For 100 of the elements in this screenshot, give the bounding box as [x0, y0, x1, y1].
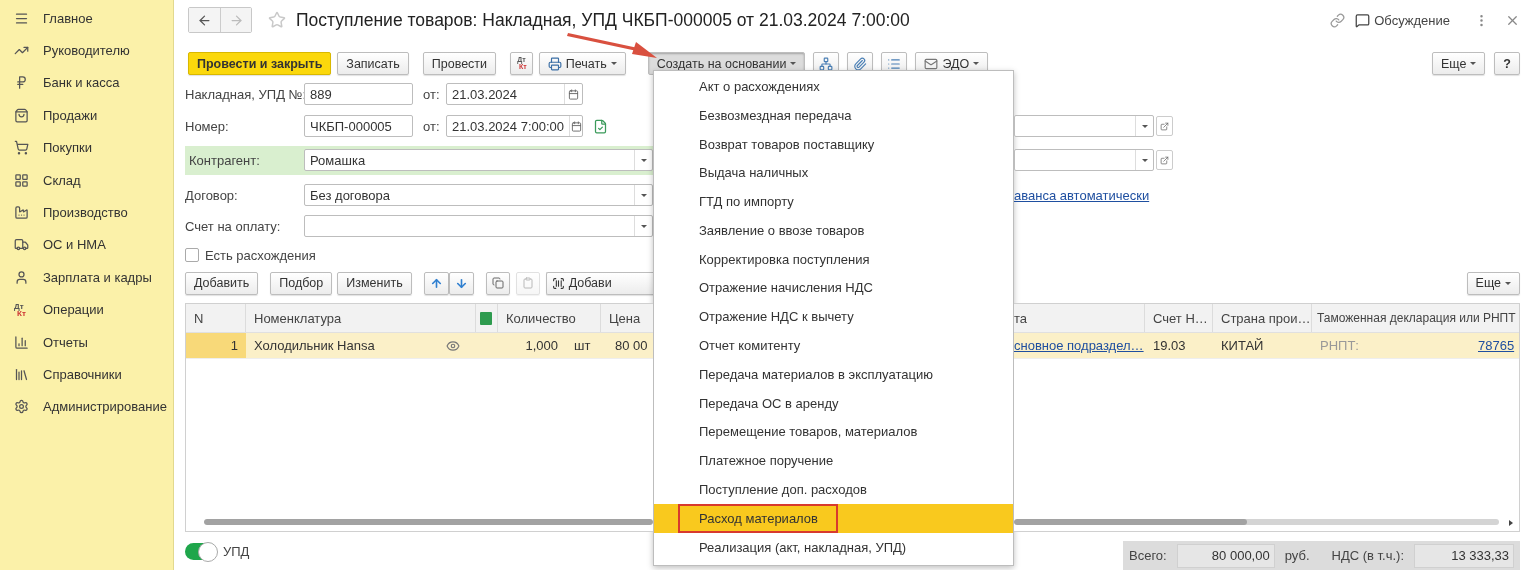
section-icon	[14, 269, 29, 285]
sidebar-item[interactable]: Справочники	[0, 358, 173, 391]
menu-item[interactable]: Заявление о ввозе товаров	[654, 216, 1013, 245]
input-field[interactable]: ЧКБП-000005	[304, 115, 413, 137]
checkbox[interactable]	[185, 248, 199, 262]
menu-item[interactable]: Отражение НДС к вычету	[654, 302, 1013, 332]
menu-item[interactable]: Расход материалов	[654, 503, 1013, 533]
field-label: Счет на оплату:	[185, 218, 282, 234]
table-cell-text: РНПТ:	[1319, 337, 1360, 355]
menu-item[interactable]: Безвозмездная передача	[654, 100, 1013, 130]
envelope-icon	[924, 56, 939, 71]
field-label: Контрагент:	[189, 152, 261, 168]
select-field[interactable]	[1014, 149, 1154, 171]
select-field[interactable]: Без договора	[304, 184, 653, 206]
menu-item[interactable]: Акт о расхождениях	[654, 72, 1013, 101]
more-button[interactable]: Еще	[1466, 271, 1520, 295]
open-icon	[1160, 121, 1169, 131]
link-icon[interactable]	[1330, 12, 1346, 28]
open-button[interactable]	[1156, 116, 1173, 136]
column-header[interactable]: та	[1014, 304, 1145, 332]
calendar-icon[interactable]	[570, 120, 582, 132]
input-field[interactable]: 889	[304, 83, 413, 105]
vat-field: 13 333,33	[1414, 543, 1514, 568]
link[interactable]: 78765	[1478, 338, 1515, 353]
menu-item[interactable]: Отчет комитенту	[654, 331, 1013, 360]
section-icon	[14, 172, 29, 188]
sidebar-item[interactable]: Главное	[0, 2, 173, 35]
sidebar-item[interactable]: Производство	[0, 196, 173, 229]
star-icon[interactable]	[268, 11, 286, 29]
sidebar-item[interactable]: Дт Кт Операции	[0, 293, 173, 326]
column-header[interactable]: Страна прои…	[1213, 304, 1312, 332]
post-and-close-button[interactable]: Провести и закрыть	[188, 52, 332, 75]
column-header[interactable]: Цена	[601, 304, 654, 332]
link[interactable]: сновное подраздел…	[1014, 338, 1144, 353]
field-label: Договор:	[185, 187, 239, 203]
menu-item[interactable]: Перемещение товаров, материалов	[654, 417, 1013, 447]
barcode-button[interactable]: Добави	[545, 271, 653, 295]
move-up-button[interactable]	[423, 271, 449, 295]
sidebar-item[interactable]: Зарплата и кадры	[0, 261, 173, 294]
section-icon	[14, 10, 29, 26]
menu-item[interactable]: Передача ОС в аренду	[654, 388, 1013, 418]
menu-item[interactable]: Передача материалов в эксплуатацию	[654, 359, 1013, 389]
menu-item[interactable]: ГТД по импорту	[654, 187, 1013, 216]
column-header[interactable]: N	[186, 304, 246, 332]
table-cell-text: 19.03	[1152, 337, 1187, 355]
caret-icon	[640, 193, 647, 197]
toolbar-button[interactable]: Провести	[422, 52, 497, 75]
table-toolbar-button[interactable]: Подбор	[270, 271, 333, 295]
vat-label: НДС (в т.ч.):	[1331, 548, 1404, 563]
column-header[interactable]: Таможенная декларация или РНПТ	[1312, 304, 1520, 332]
menu-item[interactable]: Поступление доп. расходов	[654, 475, 1013, 504]
table-cell-text: Холодильник Hansa	[253, 337, 376, 355]
document-check-icon[interactable]	[593, 118, 608, 134]
table-toolbar-button[interactable]: Изменить	[337, 271, 412, 295]
section-icon	[14, 205, 29, 221]
table-row[interactable]: 1 Холодильник Hansa 1,000 шт 80 00	[186, 333, 653, 359]
menu-button[interactable]: Печать	[538, 52, 626, 75]
view-icon[interactable]	[446, 338, 460, 353]
back-button[interactable]	[189, 8, 220, 32]
sidebar-item[interactable]: Администрирование	[0, 390, 173, 424]
sidebar-item[interactable]: Руководителю	[0, 34, 173, 67]
toggle-switch[interactable]	[185, 542, 217, 560]
select-field[interactable]	[304, 215, 653, 237]
sidebar-item[interactable]: Продажи	[0, 99, 173, 132]
scrollbar[interactable]	[1014, 519, 1499, 525]
menu-item[interactable]: Выдача наличных	[654, 158, 1013, 188]
open-button[interactable]	[1156, 150, 1173, 170]
move-down-button[interactable]	[448, 271, 474, 295]
link[interactable]: аванса автоматически	[1014, 187, 1150, 203]
column-header[interactable]: Счет Н…	[1145, 304, 1213, 332]
column-header[interactable]: Количество	[498, 304, 601, 332]
sidebar-item[interactable]: Банк и касса	[0, 66, 173, 100]
more-button[interactable]: Еще	[1431, 52, 1486, 75]
sidebar-item[interactable]: Склад	[0, 163, 173, 197]
caret-icon	[640, 224, 647, 228]
date-field[interactable]: 21.03.2024	[446, 83, 583, 105]
column-header[interactable]: Номенклатура	[246, 304, 476, 332]
scrollbar[interactable]	[204, 519, 653, 525]
menu-item[interactable]: Корректировка поступления	[654, 244, 1013, 274]
sidebar-item[interactable]: Отчеты	[0, 325, 173, 359]
menu-item[interactable]: Отражение начисления НДС	[654, 273, 1013, 303]
discussion-button[interactable]: Обсуждение	[1355, 12, 1450, 28]
caret-icon	[1141, 124, 1148, 128]
menu-item[interactable]: Возврат товаров поставщику	[654, 129, 1013, 159]
date-field[interactable]: 21.03.2024 7:00:00	[446, 115, 583, 137]
copy-button[interactable]	[485, 271, 510, 295]
debit-credit-icon: Дт Кт	[14, 302, 26, 317]
sidebar-item[interactable]: ОС и НМА	[0, 228, 173, 262]
menu-item[interactable]: Реализация (акт, накладная, УПД)	[654, 532, 1013, 562]
sidebar-item[interactable]: Покупки	[0, 131, 173, 164]
toolbar-button[interactable]: Записать	[337, 52, 409, 75]
scroll-right-icon[interactable]	[1509, 520, 1513, 526]
menu-item[interactable]: Платежное поручение	[654, 446, 1013, 476]
clipboard-icon	[521, 277, 534, 289]
select-field[interactable]	[1014, 115, 1154, 137]
hierarchy-icon	[819, 56, 834, 71]
help-button[interactable]: ?	[1494, 52, 1520, 75]
calendar-icon[interactable]	[568, 88, 579, 100]
select-field[interactable]: Ромашка	[304, 149, 653, 171]
table-toolbar-button[interactable]: Добавить	[185, 271, 259, 295]
